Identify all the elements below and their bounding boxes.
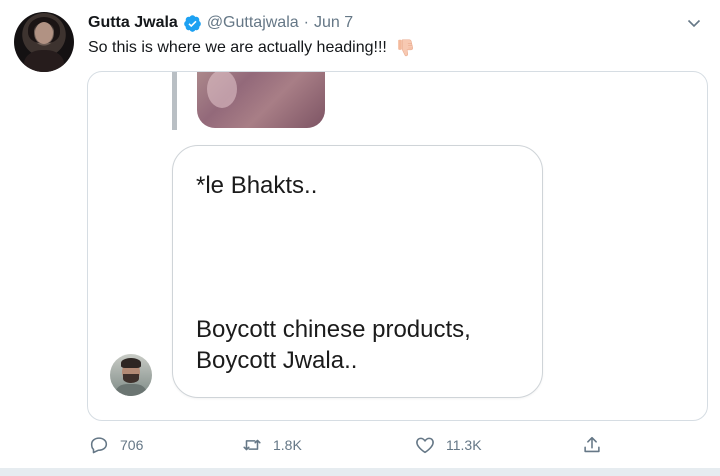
author-handle[interactable]: @Guttajwala — [207, 14, 299, 32]
cropped-photo — [197, 72, 325, 128]
retweet-count: 1.8K — [273, 437, 302, 453]
share-button[interactable] — [581, 432, 603, 458]
author-avatar[interactable] — [14, 12, 74, 72]
chat-bubble: *le Bhakts.. Boycott chinese products, B… — [172, 145, 543, 398]
header-separator: · — [303, 14, 309, 31]
avatar-body — [24, 50, 64, 72]
retweet-button[interactable]: 1.8K — [241, 432, 302, 458]
sender-avatar — [110, 354, 152, 396]
sender-avatar-beard — [123, 374, 139, 383]
heart-icon — [416, 437, 434, 454]
bubble-line-3: Boycott Jwala.. — [196, 347, 358, 374]
avatar-face — [35, 22, 53, 44]
chevron-down-icon[interactable] — [686, 15, 702, 31]
photo-detail — [207, 72, 237, 108]
reply-icon — [90, 437, 108, 454]
like-button[interactable]: 11.3K — [414, 432, 482, 458]
tweet-media-card[interactable]: *le Bhakts.. Boycott chinese products, B… — [87, 71, 708, 421]
sender-avatar-hair — [121, 358, 141, 368]
author-name[interactable]: Gutta Jwala — [88, 14, 178, 32]
tweet-body-text: So this is where we are actually heading… — [88, 39, 387, 56]
conversation-thread-line — [172, 72, 177, 130]
tweet-date[interactable]: Jun 7 — [314, 14, 353, 32]
bubble-line-1: *le Bhakts.. — [196, 172, 318, 199]
reply-button[interactable]: 706 — [88, 432, 143, 458]
tweet-action-bar: 706 1.8K 11.3K — [88, 432, 628, 458]
tweet-header: Gutta Jwala @Guttajwala · Jun 7 — [88, 13, 353, 33]
feed-divider — [0, 468, 720, 476]
retweet-icon — [243, 439, 261, 451]
thumbs-down-emoji-icon — [398, 39, 413, 57]
bubble-line-2: Boycott chinese products, — [196, 316, 471, 343]
share-icon — [584, 436, 600, 453]
reply-count: 706 — [120, 437, 144, 453]
sender-avatar-body — [116, 384, 146, 396]
verified-badge-icon — [183, 14, 202, 33]
like-count: 11.3K — [446, 437, 482, 453]
tweet-text: So this is where we are actually heading… — [88, 37, 417, 59]
